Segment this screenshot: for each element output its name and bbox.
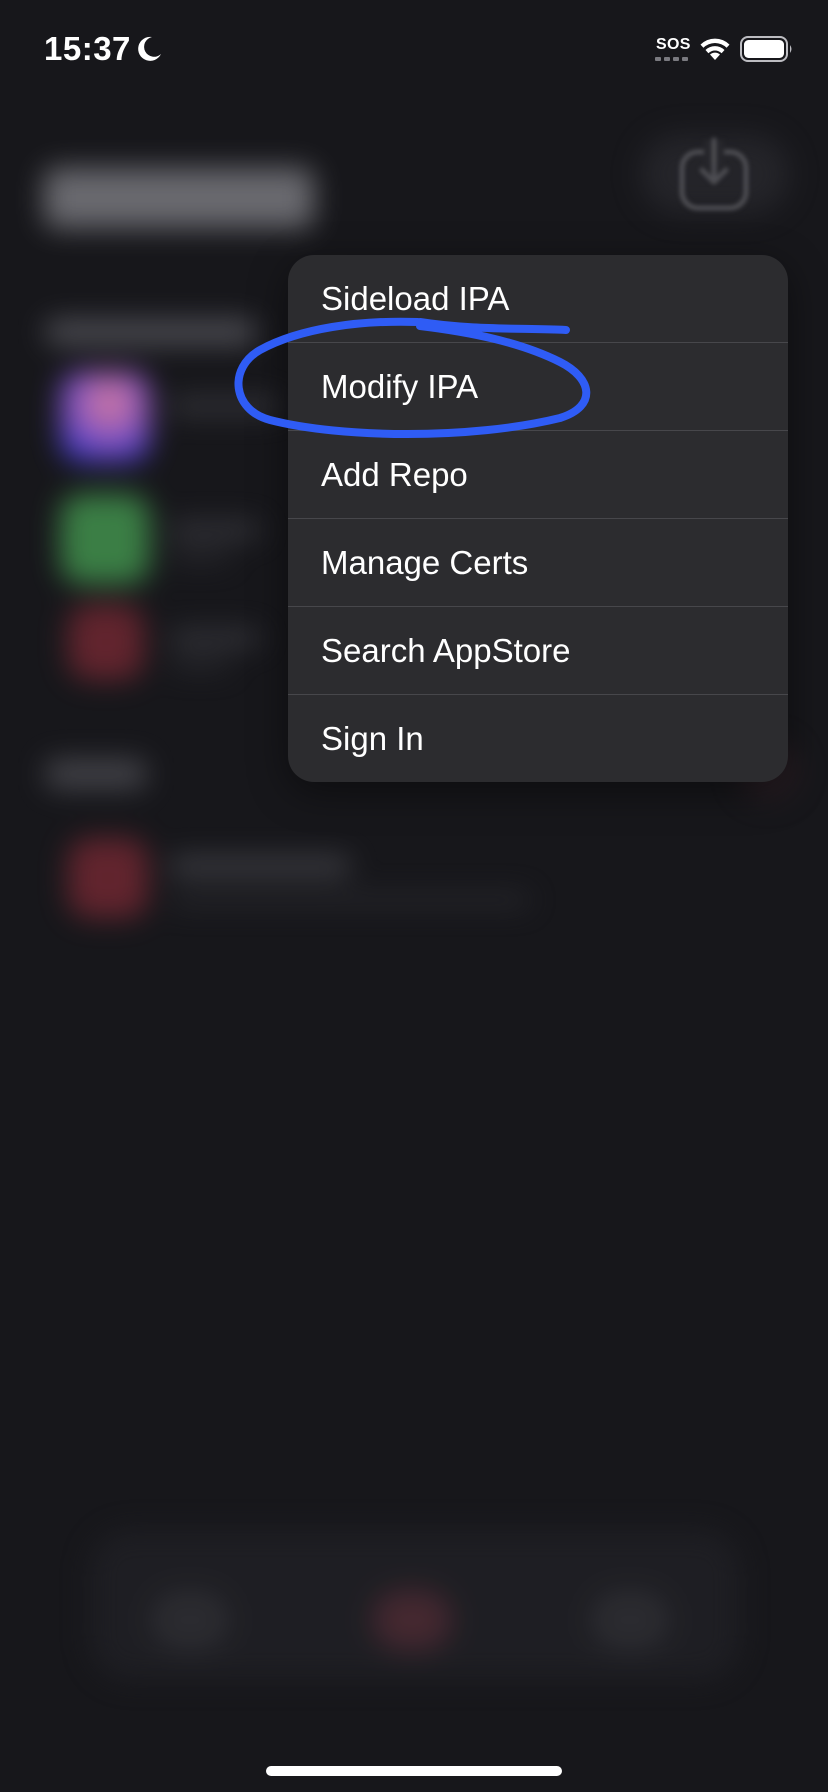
menu-item-sign-in[interactable]: Sign In	[288, 695, 788, 782]
moon-icon	[138, 36, 161, 61]
menu-item-modify-ipa[interactable]: Modify IPA	[288, 343, 788, 431]
menu-item-add-repo[interactable]: Add Repo	[288, 431, 788, 519]
status-time: 15:37	[44, 30, 131, 67]
download-icon[interactable]	[678, 136, 750, 212]
blurred-app-icon	[60, 372, 150, 462]
blurred-app-row	[50, 838, 828, 938]
blurred-page-title	[44, 168, 314, 228]
context-menu: Sideload IPA Modify IPA Add Repo Manage …	[288, 255, 788, 782]
blurred-section-header	[46, 320, 256, 344]
battery-icon	[740, 36, 792, 62]
status-bar: 15:37 SOS	[0, 0, 828, 100]
wifi-icon	[700, 38, 730, 60]
blurred-app-icon	[68, 604, 144, 680]
blurred-app-icon	[68, 838, 148, 918]
signal-dots-icon	[655, 57, 688, 61]
blurred-app-icon	[60, 494, 150, 584]
sos-indicator: SOS	[656, 36, 691, 53]
home-indicator[interactable]	[266, 1766, 562, 1776]
menu-item-manage-certs[interactable]: Manage Certs	[288, 519, 788, 607]
menu-item-search-appstore[interactable]: Search AppStore	[288, 607, 788, 695]
screen: 15:37 SOS Sideload IPA Modify IPA Add Re…	[0, 0, 828, 1792]
blurred-section-header	[46, 760, 146, 788]
menu-item-sideload-ipa[interactable]: Sideload IPA	[288, 255, 788, 343]
